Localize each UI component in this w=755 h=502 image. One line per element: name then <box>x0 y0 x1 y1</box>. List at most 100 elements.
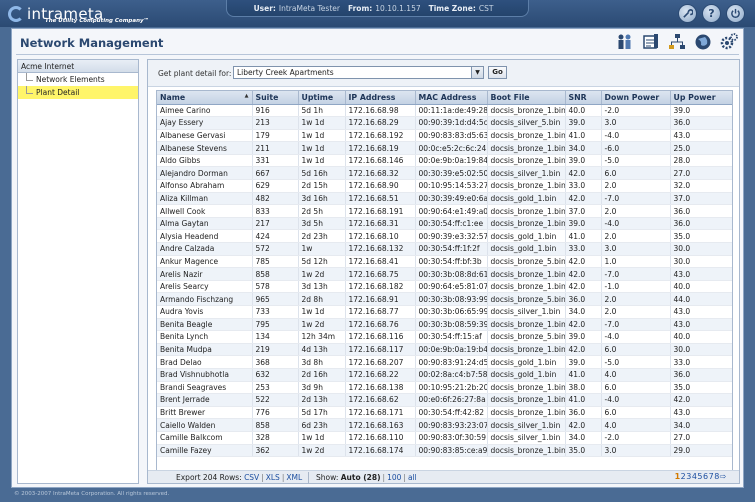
documents-icon[interactable] <box>641 32 661 52</box>
table-row[interactable]: Alma Gaytan 217 3d 5h 172.16.68.31 00:30:54:… <box>157 217 732 231</box>
help-icon[interactable]: ? <box>702 4 721 23</box>
page-link[interactable]: 8 <box>714 472 719 481</box>
table-row[interactable]: Arelis Searcy 578 3d 13h 172.16.68.182 00:90… <box>157 280 732 294</box>
logo: intrameta The Utility Computing Company™ <box>8 2 149 26</box>
plant-select[interactable]: Liberty Creek Apartments ▼ <box>233 66 484 79</box>
table-row[interactable]: Alysia Headend 424 2d 23h 172.16.68.10 00:90… <box>157 229 732 244</box>
table-cell: 6.0 <box>601 406 671 420</box>
table-cell: 6d 23h <box>298 418 346 432</box>
table-cell: Aldo Gibbs <box>157 154 253 168</box>
column-header-up-power[interactable]: Up Power <box>670 91 732 105</box>
table-cell: 00:0e:9b:0a:19:84 <box>415 154 488 168</box>
table-row[interactable]: Brad Vishnubhotla 632 2d 16h 172.16.68.22 00… <box>157 368 732 382</box>
chevron-down-icon[interactable]: ▼ <box>471 67 483 78</box>
table-cell: Alysia Headend <box>157 229 253 244</box>
column-header-uptime[interactable]: Uptime <box>298 91 346 105</box>
table-cell: 328 <box>252 431 299 445</box>
sidebar-root[interactable]: Acme Internet <box>18 60 138 73</box>
table-row[interactable]: Brent Jerrade 522 2d 13h 172.16.68.62 00:e0:… <box>157 393 732 407</box>
show-all-link[interactable]: all <box>408 473 417 482</box>
table-row[interactable]: Alejandro Dorman 667 5d 16h 172.16.68.32 00:… <box>157 166 732 181</box>
users-icon[interactable] <box>615 32 635 52</box>
sidebar-item-network-elements[interactable]: Network Elements <box>18 73 138 86</box>
next-page-arrow-icon[interactable]: ⇨ <box>720 472 727 481</box>
table-row[interactable]: Ajay Essery 213 1w 1d 172.16.68.29 00:90:39:… <box>157 116 732 130</box>
go-button[interactable]: Go <box>488 66 507 79</box>
table-cell: Ajay Essery <box>157 116 253 130</box>
column-header-name[interactable]: Name <box>157 91 253 105</box>
table-row[interactable]: Albanese Gervasi 179 1w 1d 172.16.68.192 00:… <box>157 129 732 143</box>
table-cell: docsis_bronze_1.bin <box>487 129 566 143</box>
plant-table: Name Suite Uptime IP Address MAC Address… <box>157 91 732 458</box>
table-row[interactable]: Britt Brewer 776 5d 17h 172.16.68.171 00:30:… <box>157 406 732 420</box>
table-cell: Camille Fazey <box>157 444 253 458</box>
table-row[interactable]: Camille Fazey 362 1w 2d 172.16.68.174 00:90:… <box>157 444 732 458</box>
table-row[interactable]: Albanese Stevens 211 1w 1d 172.16.68.19 00:0… <box>157 141 732 155</box>
network-icon[interactable] <box>667 32 687 52</box>
column-header-mac-address[interactable]: MAC Address <box>415 91 488 105</box>
table-row[interactable]: Benita Beagle 795 1w 2d 172.16.68.76 00:30:3… <box>157 318 732 332</box>
column-header-ip-address[interactable]: IP Address <box>345 91 416 105</box>
sidebar-item-plant-detail[interactable]: Plant Detail <box>18 86 138 99</box>
page-link[interactable]: 7 <box>709 472 714 481</box>
wrench-icon[interactable] <box>678 4 697 23</box>
table-cell: docsis_bronze_1.bin <box>487 267 566 281</box>
table-cell: 39.0 <box>565 116 602 130</box>
show-auto-option[interactable]: Auto (28) <box>341 473 381 482</box>
power-icon[interactable] <box>726 4 745 23</box>
globe-icon[interactable] <box>693 32 713 52</box>
table-cell: 34.0 <box>565 431 602 445</box>
table-row[interactable]: Alfonso Abraham 629 2d 15h 172.16.68.90 00:1… <box>157 179 732 193</box>
export-xml-link[interactable]: XML <box>286 473 302 482</box>
table-row[interactable]: Audra Yovis 733 1w 1d 172.16.68.77 00:30:3b:… <box>157 305 732 319</box>
table-row[interactable]: Andre Calzada 572 1w 172.16.68.132 00:30:54:… <box>157 242 732 256</box>
table-cell: 42.0 <box>565 280 602 294</box>
table-cell: Britt Brewer <box>157 406 253 420</box>
page-link[interactable]: 2 <box>681 472 686 481</box>
table-cell: docsis_bronze_1.bin <box>487 204 566 218</box>
export-csv-link[interactable]: CSV <box>244 473 259 482</box>
table-row[interactable]: Caiello Walden 858 6d 23h 172.16.68.163 00:9… <box>157 418 732 432</box>
column-header-boot-file[interactable]: Boot File <box>487 91 566 105</box>
page-link[interactable]: 6 <box>703 472 708 481</box>
table-row[interactable]: Ankur Magence 785 5d 12h 172.16.68.41 00:30:… <box>157 255 732 269</box>
table-cell: 43.0 <box>670 129 732 143</box>
table-row[interactable]: Brad Delao 368 3d 8h 172.16.68.207 00:90:83:… <box>157 355 732 369</box>
settings-icon[interactable] <box>719 32 739 52</box>
table-row[interactable]: Armando Fischzang 965 2d 8h 172.16.68.91 00:… <box>157 292 732 306</box>
table-cell: Ankur Magence <box>157 255 253 269</box>
table-row[interactable]: Aliza Killman 482 3d 16h 172.16.68.51 00:30:… <box>157 192 732 206</box>
column-header-snr[interactable]: SNR <box>565 91 602 105</box>
table-row[interactable]: Allwell Cook 833 2d 5h 172.16.68.191 00:90:6… <box>157 204 732 218</box>
table-cell: 4d 13h <box>298 343 346 357</box>
table-row[interactable]: Benita Mudpa 219 4d 13h 172.16.68.117 00:0e:… <box>157 343 732 357</box>
column-header-suite[interactable]: Suite <box>252 91 299 105</box>
table-row[interactable]: Camille Balkcom 328 1w 1d 172.16.68.110 00:9… <box>157 431 732 445</box>
top-bar: intrameta The Utility Computing Company™… <box>0 0 755 27</box>
table-cell: 37.0 <box>670 192 732 206</box>
table-cell: 172.16.68.77 <box>345 305 416 319</box>
page-link[interactable]: 3 <box>686 472 691 481</box>
table-row[interactable]: Benita Lynch 134 12h 34m 172.16.68.116 00:30… <box>157 330 732 344</box>
table-cell: 39.0 <box>670 104 732 118</box>
table-cell: 1w 1d <box>298 431 346 445</box>
table-cell: 253 <box>252 381 299 395</box>
table-cell: 39.0 <box>565 355 602 369</box>
table-cell: 3d 5h <box>298 217 346 231</box>
table-cell: docsis_bronze_1.bin <box>487 318 566 332</box>
column-header-down-power[interactable]: Down Power <box>601 91 671 105</box>
table-cell: 632 <box>252 368 299 382</box>
table-cell: -5.0 <box>601 355 671 369</box>
show-100-link[interactable]: 100 <box>387 473 401 482</box>
table-row[interactable]: Arelis Nazir 858 1w 2d 172.16.68.75 00:30:3b… <box>157 267 732 281</box>
table-cell: -2.0 <box>601 104 671 118</box>
table-cell: 35.0 <box>565 444 602 458</box>
export-xls-link[interactable]: XLS <box>266 473 280 482</box>
table-row[interactable]: Aimee Carino 916 5d 1h 172.16.68.98 00:11:1a… <box>157 104 732 118</box>
table-cell: -6.0 <box>601 141 671 155</box>
page-link[interactable]: 5 <box>697 472 702 481</box>
table-row[interactable]: Brandi Seagraves 253 3d 9h 172.16.68.138 00:… <box>157 381 732 395</box>
page-link[interactable]: 1 <box>675 472 681 481</box>
table-row[interactable]: Aldo Gibbs 331 1w 1d 172.16.68.146 00:0e:9b:… <box>157 154 732 168</box>
table-cell: 6.0 <box>601 343 671 357</box>
